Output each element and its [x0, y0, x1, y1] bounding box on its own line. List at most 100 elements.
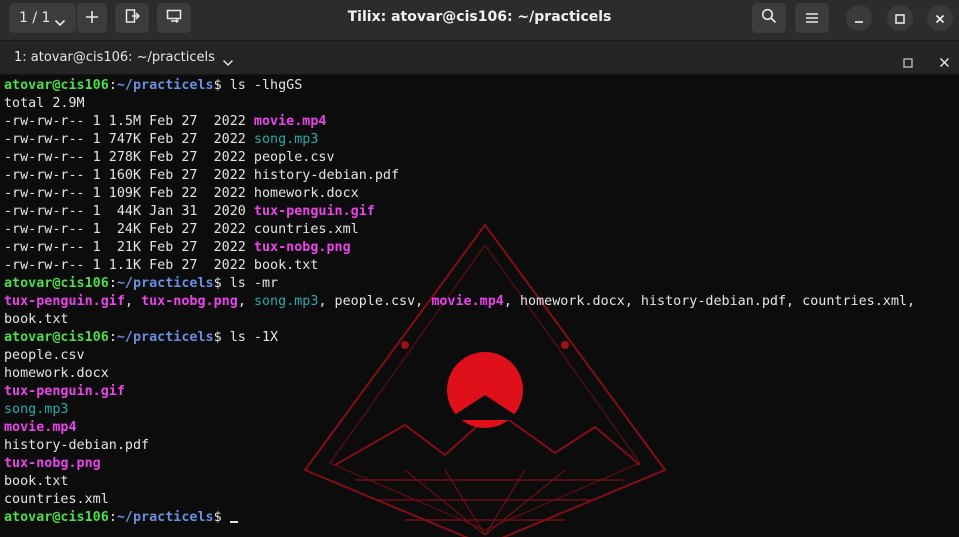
prompt-line: atovar@cis106:~/practicels$ ls -1X [4, 329, 959, 347]
text-cursor [229, 521, 238, 523]
output-text: people.csv [4, 348, 85, 363]
terminal-title-bar: 1: atovar@cis106: ~/practicels [0, 41, 959, 75]
maximize-button[interactable] [887, 5, 913, 31]
new-terminal-button[interactable] [115, 3, 149, 33]
chevron-down-icon[interactable] [222, 53, 234, 72]
menu-button[interactable] [795, 3, 829, 33]
output-text: , homework.docx, history-debian.pdf, cou… [503, 294, 916, 309]
maximize-icon [895, 9, 905, 28]
close-terminal-icon[interactable] [939, 53, 950, 72]
chevron-down-icon [54, 13, 66, 32]
output-line: total 2.9M [4, 95, 959, 113]
output-text: -rw-rw-r-- 1 160K Feb 27 2022 history-de… [4, 168, 400, 183]
prompt-user: atovar@cis106 [4, 330, 109, 345]
prompt-separator: : [108, 78, 117, 93]
output-line: -rw-rw-r-- 1 1.5M Feb 27 2022 movie.mp4 [4, 113, 959, 131]
search-icon [761, 8, 777, 28]
output-text: history-debian.pdf [4, 438, 150, 453]
output-text: book.txt [4, 474, 69, 489]
output-text: , [124, 294, 142, 309]
hamburger-menu-icon [805, 9, 819, 28]
output-line: tux-nobg.png [4, 455, 959, 473]
output-text: countries.xml [4, 492, 109, 507]
prompt-path: ~/practicels [116, 276, 214, 291]
media-file-name: tux-nobg.png [4, 456, 101, 471]
maximize-terminal-icon[interactable] [903, 53, 913, 72]
terminal-view[interactable]: atovar@cis106:~/practicels$ ls -lhgGS tot… [0, 75, 959, 537]
output-line: -rw-rw-r-- 1 747K Feb 27 2022 song.mp3 [4, 131, 959, 149]
output-line: movie.mp4 [4, 419, 959, 437]
output-text: -rw-rw-r-- 1 21K Feb 27 2022 [4, 240, 254, 255]
session-switcher-button[interactable]: 1 / 1 [9, 3, 76, 33]
output-line: tux-penguin.gif [4, 383, 959, 401]
prompt-separator: : [108, 510, 117, 525]
terminal-output: atovar@cis106:~/practicels$ ls -lhgGS tot… [4, 77, 959, 527]
add-session-button[interactable] [77, 3, 107, 33]
prompt-user: atovar@cis106 [4, 276, 109, 291]
audio-file-name: song.mp3 [253, 294, 319, 309]
output-line: -rw-rw-r-- 1 1.1K Feb 27 2022 book.txt [4, 257, 959, 275]
prompt-user: atovar@cis106 [4, 78, 109, 93]
output-text: , [237, 294, 254, 309]
media-file-name: movie.mp4 [431, 294, 504, 309]
media-file-name: tux-penguin.gif [4, 384, 125, 399]
media-file-name: movie.mp4 [4, 420, 77, 435]
audio-file-name: song.mp3 [253, 132, 319, 147]
command-text: ls -mr [229, 276, 279, 291]
sync-input-icon [166, 8, 182, 28]
output-line: homework.docx [4, 365, 959, 383]
new-terminal-icon [124, 8, 141, 28]
output-line: history-debian.pdf [4, 437, 959, 455]
output-line: -rw-rw-r-- 1 278K Feb 27 2022 people.csv [4, 149, 959, 167]
prompt-dollar: $ [213, 78, 222, 93]
audio-file-name: song.mp3 [4, 402, 69, 417]
output-text: homework.docx [4, 366, 109, 381]
prompt-dollar: $ [213, 276, 222, 291]
prompt-dollar: $ [213, 510, 222, 525]
output-text: -rw-rw-r-- 1 1.1K Feb 27 2022 book.txt [4, 258, 319, 273]
output-text: total 2.9M [4, 96, 85, 111]
output-line: tux-penguin.gif, tux-nobg.png, song.mp3,… [4, 293, 959, 311]
output-text: , people.csv, [318, 294, 432, 309]
output-line: -rw-rw-r-- 1 44K Jan 31 2020 tux-penguin… [4, 203, 959, 221]
media-file-name: movie.mp4 [253, 114, 327, 129]
media-file-name: tux-nobg.png [253, 240, 351, 255]
media-file-name: tux-nobg.png [141, 294, 238, 309]
output-line: -rw-rw-r-- 1 24K Feb 27 2022 countries.x… [4, 221, 959, 239]
output-text: -rw-rw-r-- 1 278K Feb 27 2022 people.csv [4, 150, 335, 165]
output-text: book.txt [4, 312, 69, 327]
prompt-user: atovar@cis106 [4, 510, 109, 525]
close-window-button[interactable] [927, 5, 953, 31]
plus-icon [85, 9, 99, 28]
prompt-dollar: $ [213, 330, 222, 345]
close-icon [935, 9, 945, 28]
output-line: countries.xml [4, 491, 959, 509]
sync-input-button[interactable] [157, 3, 191, 33]
terminal-title[interactable]: 1: atovar@cis106: ~/practicels [14, 41, 215, 75]
output-text: -rw-rw-r-- 1 747K Feb 27 2022 [4, 132, 254, 147]
output-line: -rw-rw-r-- 1 109K Feb 22 2022 homework.d… [4, 185, 959, 203]
media-file-name: tux-penguin.gif [253, 204, 375, 219]
prompt-path: ~/practicels [116, 510, 214, 525]
output-text: -rw-rw-r-- 1 109K Feb 22 2022 homework.d… [4, 186, 359, 201]
prompt-path: ~/practicels [116, 330, 214, 345]
output-text: -rw-rw-r-- 1 24K Feb 27 2022 countries.x… [4, 222, 359, 237]
media-file-name: tux-penguin.gif [4, 294, 125, 309]
title-bar: 1 / 1 Tilix: atovar@cis106: ~/practicels [0, 0, 959, 41]
minimize-icon [854, 9, 864, 28]
command-text: ls -1X [229, 330, 279, 345]
output-line: book.txt [4, 311, 959, 329]
output-line: people.csv [4, 347, 959, 365]
output-line: -rw-rw-r-- 1 21K Feb 27 2022 tux-nobg.pn… [4, 239, 959, 257]
output-line: -rw-rw-r-- 1 160K Feb 27 2022 history-de… [4, 167, 959, 185]
prompt-line: atovar@cis106:~/practicels$ ls -mr [4, 275, 959, 293]
output-text: -rw-rw-r-- 1 44K Jan 31 2020 [4, 204, 254, 219]
output-text: -rw-rw-r-- 1 1.5M Feb 27 2022 [4, 114, 254, 129]
prompt-line: atovar@cis106:~/practicels$ [4, 509, 959, 527]
prompt-separator: : [108, 276, 117, 291]
prompt-path: ~/practicels [116, 78, 214, 93]
minimize-button[interactable] [846, 5, 872, 31]
session-counter: 1 / 1 [19, 10, 51, 26]
output-line: book.txt [4, 473, 959, 491]
search-button[interactable] [752, 3, 786, 33]
